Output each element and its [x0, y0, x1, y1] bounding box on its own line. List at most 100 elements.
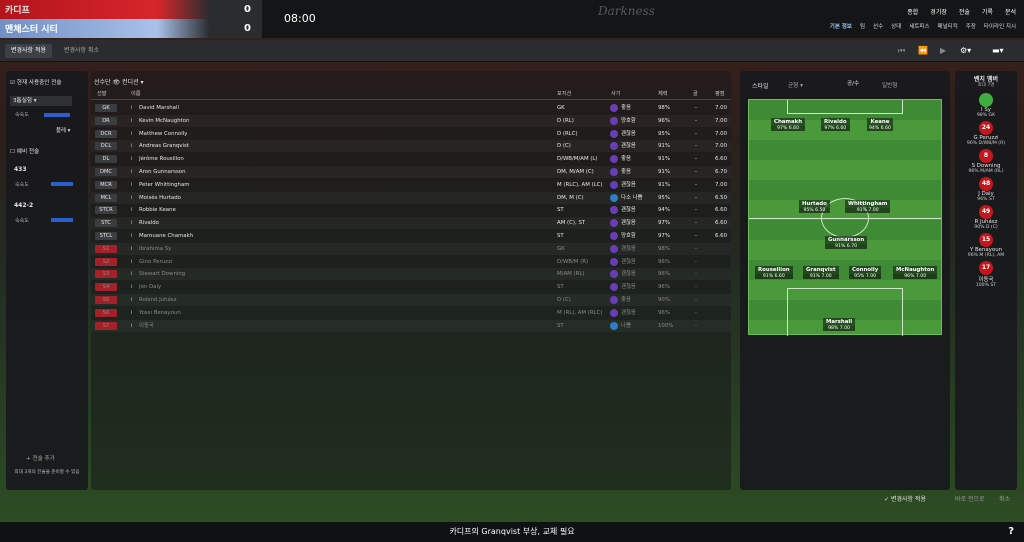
tab-setpiece[interactable]: 세트피스 — [909, 22, 929, 30]
nav-tactics[interactable]: 전술 — [959, 7, 970, 16]
table-row[interactable]: DL i Jérôme Rousillon D/WB/M/AM (L) 좋음 91% - 6.… — [91, 153, 731, 165]
info-icon[interactable]: i — [131, 294, 133, 306]
gear-icon[interactable]: ⚙▾ — [960, 44, 971, 58]
bench-player[interactable]: I Sy 98% GK — [955, 93, 1017, 118]
position-badge[interactable]: S7 — [95, 321, 117, 330]
player-name[interactable]: Stewart Downing — [139, 268, 185, 280]
pitch-player[interactable]: Hurtado 95% 6.50 — [799, 200, 830, 213]
pitch-player[interactable]: Connolly 95% 7.00 — [849, 266, 882, 279]
table-row[interactable]: S4 i Jon Daly ST 괜찮음 96% - — [91, 281, 731, 293]
info-icon[interactable]: i — [131, 166, 133, 178]
reset-button[interactable]: 바로 전으로 — [955, 494, 985, 503]
pitch-player[interactable]: Rousellion 91% 6.60 — [755, 266, 793, 279]
pitch-player[interactable]: Whittingham 91% 7.00 — [845, 200, 891, 213]
player-name[interactable]: Jon Daly — [139, 281, 161, 293]
position-badge[interactable]: GK — [95, 104, 117, 112]
player-name[interactable]: Rivaldo — [139, 217, 159, 229]
player-name[interactable]: Aron Gunnarsson — [139, 166, 186, 178]
info-icon[interactable]: i — [131, 179, 133, 191]
pitch-player[interactable]: Rivaldo 97% 6.60 — [821, 118, 850, 131]
col-morale[interactable]: 사기 — [611, 90, 621, 97]
player-name[interactable]: Kevin McNaughton — [139, 115, 189, 127]
col-start[interactable]: 선발 — [97, 90, 107, 97]
position-badge[interactable]: S1 — [95, 244, 117, 253]
table-row[interactable]: STCR i Robbie Keane ST 괜찮음 94% - 6.60 — [91, 204, 731, 216]
info-icon[interactable]: i — [131, 230, 133, 242]
info-icon[interactable]: i — [131, 192, 133, 204]
position-badge[interactable]: DCR — [95, 129, 117, 138]
info-icon[interactable]: i — [131, 153, 133, 165]
help-icon[interactable]: ? — [1008, 522, 1014, 542]
mentality-dropdown[interactable]: 일반형 — [882, 81, 897, 89]
pitch-player[interactable]: Granqvist 91% 7.00 — [803, 266, 839, 279]
position-badge[interactable]: MCL — [95, 193, 117, 202]
cancel-bottom-button[interactable]: 취소 — [999, 494, 1010, 503]
table-row[interactable]: GK i David Marshall GK 좋음 98% - 7.00 — [91, 102, 731, 114]
col-position[interactable]: 포지션 — [557, 90, 571, 97]
pitch-player[interactable]: Gunnarsson 91% 6.70 — [825, 236, 868, 249]
position-badge[interactable]: DCL — [95, 142, 117, 151]
position-badge[interactable]: S2 — [95, 257, 117, 266]
info-icon[interactable]: i — [131, 256, 133, 268]
player-name[interactable]: Moisés Hurtado — [139, 192, 181, 204]
cancel-changes-button[interactable]: 변경사항 취소 — [58, 44, 105, 58]
tab-basic[interactable]: 기본 정보 — [830, 22, 852, 30]
position-badge[interactable]: DMC — [95, 168, 117, 176]
balance-dropdown[interactable]: 균형 ▾ — [788, 81, 803, 89]
eye-icon[interactable]: 👁 — [112, 79, 120, 86]
apply-changes-button[interactable]: 변경사항 적용 — [5, 44, 53, 58]
player-name[interactable]: Marouane Chamakh — [139, 230, 193, 242]
col-goals[interactable]: 골 — [693, 90, 698, 97]
info-icon[interactable]: i — [131, 217, 133, 229]
table-row[interactable]: STCL i Marouane Chamakh ST 양호함 97% - 6.60 — [91, 230, 731, 242]
tab-players[interactable]: 선수 — [873, 22, 883, 30]
player-name[interactable]: Andreas Granqvist — [139, 140, 189, 152]
position-badge[interactable]: STCR — [95, 206, 117, 215]
table-row[interactable]: MCR i Peter Whittingham M (RLC), AM (LC) 괜찮음… — [91, 179, 731, 191]
player-name[interactable]: David Marshall — [139, 102, 179, 114]
nav-overview[interactable]: 종합 — [907, 7, 918, 16]
player-name[interactable]: Ibrahima Sy — [139, 243, 171, 255]
pitch-player[interactable]: McNaughton 96% 7.00 — [893, 266, 938, 279]
table-row[interactable]: S6 i Yossi Benayoun M (RL), AM (RLC) 괜찮음 96% - — [91, 307, 731, 319]
table-row[interactable]: S7 i 이동국 ST 나쁨 100% - — [91, 319, 731, 332]
position-badge[interactable]: DL — [95, 155, 117, 164]
info-icon[interactable]: i — [131, 243, 133, 255]
bench-player[interactable]: 17 이동국 100% ST — [955, 261, 1017, 288]
add-tactic-button[interactable]: + 전술 추가 — [26, 454, 55, 462]
position-badge[interactable]: STC — [95, 219, 117, 228]
position-badge[interactable]: S4 — [95, 283, 117, 292]
table-row[interactable]: STC i Rivaldo AM (C), ST 괜찮음 97% - 6.60 — [91, 217, 731, 230]
tab-team[interactable]: 팀 — [860, 22, 865, 30]
info-icon[interactable]: i — [131, 102, 133, 114]
info-icon[interactable]: i — [131, 140, 133, 152]
pitch-player[interactable]: Chamakh 97% 6.60 — [771, 118, 806, 131]
tactic-433[interactable]: 433 — [14, 166, 27, 173]
info-icon[interactable]: i — [131, 204, 133, 216]
nav-records[interactable]: 기록 — [982, 7, 993, 16]
table-row[interactable]: DCL i Andreas Granqvist D (C) 괜찮음 91% - 7.00 — [91, 140, 731, 153]
position-badge[interactable]: S6 — [95, 308, 117, 317]
info-icon[interactable]: i — [131, 320, 133, 332]
bench-player[interactable]: 49 R Juhász 90% D (C) — [955, 205, 1017, 230]
position-badge[interactable]: S5 — [95, 296, 117, 304]
table-row[interactable]: S5 i Roland Juhász D (C) 좋음 90% - — [91, 294, 731, 306]
bench-player[interactable]: 48 J Daly 96% ST — [955, 177, 1017, 202]
tactic-442[interactable]: 442-2 — [14, 202, 33, 209]
tab-opponent[interactable]: 상대 — [891, 22, 901, 30]
table-row[interactable]: DR i Kevin McNaughton D (RL) 양호함 96% - 7.00 — [91, 114, 731, 127]
tab-touchline[interactable]: 타이라인 지시 — [984, 22, 1016, 30]
first-icon[interactable]: ⏮ — [898, 44, 905, 58]
table-row[interactable]: MCL i Moisés Hurtado DM, M (C) 다소 나쁨 95% - 6.50 — [91, 191, 731, 204]
table-row[interactable]: DCR i Matthew Connolly D (RLC) 괜찮음 95% - 7.00 — [91, 128, 731, 140]
nav-stadium[interactable]: 경기장 — [930, 7, 947, 16]
tab-penalty[interactable]: 패널티킥 — [938, 22, 958, 30]
view-dropdown[interactable]: 컨디션 — [122, 79, 139, 86]
rewind-icon[interactable]: ⏪ — [918, 44, 928, 58]
col-rating[interactable]: 평점 — [715, 90, 725, 97]
player-name[interactable]: Robbie Keane — [139, 204, 176, 216]
player-name[interactable]: Yossi Benayoun — [139, 307, 181, 319]
info-icon[interactable]: i — [131, 268, 133, 280]
position-badge[interactable]: S3 — [95, 270, 117, 279]
position-badge[interactable]: DR — [95, 116, 117, 125]
